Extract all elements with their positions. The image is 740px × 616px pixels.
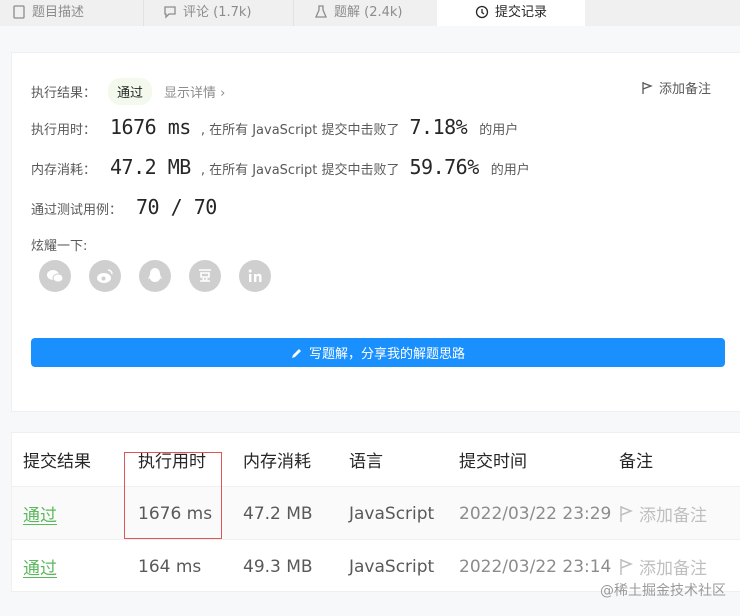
row-add-note-label: 添加备注 (639, 506, 707, 526)
runtime-row: 执行用时： 1676 ms , 在所有 JavaScript 提交中击败了 7.… (31, 115, 518, 139)
memory-value: 47.2 MB (110, 155, 191, 179)
pencil-icon (291, 348, 301, 358)
tab-bar: 题目描述 评论 (1.7k) 题解 (2.4k) 提交记录 (0, 0, 740, 26)
header-status: 提交结果 (23, 452, 91, 472)
header-note: 备注 (619, 452, 653, 472)
douban-icon[interactable] (189, 260, 221, 292)
tab-comments[interactable]: 评论 (1.7k) (163, 0, 293, 26)
flag-icon (620, 558, 633, 575)
memory-suffix: 的用户 (490, 163, 530, 178)
runtime-text: , 在所有 JavaScript 提交中击败了 (200, 123, 400, 138)
runtime-label: 执行用时： (31, 123, 97, 138)
tab-comments-label: 评论 (1.7k) (183, 5, 252, 20)
memory-label: 内存消耗： (31, 163, 97, 178)
submissions-table: 提交结果 执行用时 内存消耗 语言 提交时间 备注 通过 1676 ms 47.… (11, 432, 740, 592)
tab-description-label: 题目描述 (32, 5, 85, 20)
header-memory: 内存消耗 (243, 452, 311, 472)
add-note-button[interactable]: 添加备注 (641, 78, 711, 97)
write-solution-button[interactable]: 写题解，分享我的解题思路 (31, 338, 725, 367)
qq-icon[interactable] (139, 260, 171, 292)
tab-solutions[interactable]: 题解 (2.4k) (314, 0, 444, 26)
row-submit-time: 2022/03/22 23:14 (459, 556, 612, 577)
row-status-link[interactable]: 通过 (23, 487, 57, 540)
runtime-suffix: 的用户 (479, 123, 519, 138)
tab-divider (293, 0, 294, 26)
tab-description[interactable]: 题目描述 (12, 0, 142, 26)
row-memory: 49.3 MB (243, 556, 313, 577)
tab-divider (143, 0, 144, 26)
comment-icon (164, 6, 176, 19)
row-add-note-button[interactable]: 添加备注 (619, 487, 707, 540)
linkedin-icon[interactable] (239, 260, 271, 292)
tab-submissions-label: 提交记录 (494, 5, 547, 20)
share-buttons (39, 260, 271, 292)
clock-icon (475, 5, 489, 19)
annotation-highlight-box (124, 452, 222, 539)
table-row[interactable]: 通过 1676 ms 47.2 MB JavaScript 2022/03/22… (12, 486, 740, 539)
row-language: JavaScript (349, 556, 435, 577)
memory-text: , 在所有 JavaScript 提交中击败了 (200, 163, 400, 178)
row-submit-time: 2022/03/22 23:29 (459, 503, 612, 524)
add-note-label: 添加备注 (658, 82, 711, 97)
wechat-icon[interactable] (39, 260, 71, 292)
row-add-note-label: 添加备注 (639, 559, 707, 579)
weibo-icon[interactable] (89, 260, 121, 292)
share-row-label: 炫耀一下: (31, 235, 87, 254)
row-status-link[interactable]: 通过 (23, 540, 57, 593)
flag-icon (620, 505, 633, 522)
row-runtime: 164 ms (138, 556, 202, 577)
row-language: JavaScript (349, 503, 435, 524)
write-solution-label: 写题解，分享我的解题思路 (308, 347, 465, 362)
flask-icon (315, 5, 327, 18)
show-details-link[interactable]: 显示详情 › (164, 82, 225, 101)
status-badge: 通过 (108, 78, 153, 105)
submission-result-card: 执行结果： 通过 显示详情 › 添加备注 执行用时： 1676 ms , 在所有… (11, 52, 740, 412)
status-row: 执行结果： 通过 显示详情 › (31, 78, 225, 105)
tests-label: 通过测试用例： (31, 203, 123, 218)
document-icon (13, 5, 25, 19)
header-submit-time: 提交时间 (459, 452, 527, 472)
watermark: @稀土掘金技术社区 (600, 583, 726, 599)
table-header: 提交结果 执行用时 内存消耗 语言 提交时间 备注 (12, 433, 740, 486)
tests-row: 通过测试用例： 70 / 70 (31, 195, 227, 219)
header-language: 语言 (349, 452, 383, 472)
memory-percentile: 59.76% (409, 155, 480, 179)
runtime-percentile: 7.18% (409, 115, 468, 139)
status-label: 执行结果： (31, 86, 97, 101)
memory-row: 内存消耗： 47.2 MB , 在所有 JavaScript 提交中击败了 59… (31, 155, 530, 179)
runtime-value: 1676 ms (110, 115, 191, 139)
tests-value: 70 / 70 (136, 195, 217, 219)
flag-icon (642, 81, 653, 94)
row-memory: 47.2 MB (243, 503, 313, 524)
tab-solutions-label: 题解 (2.4k) (334, 5, 403, 20)
share-label: 炫耀一下: (31, 239, 88, 254)
tab-submissions[interactable]: 提交记录 (437, 0, 585, 26)
